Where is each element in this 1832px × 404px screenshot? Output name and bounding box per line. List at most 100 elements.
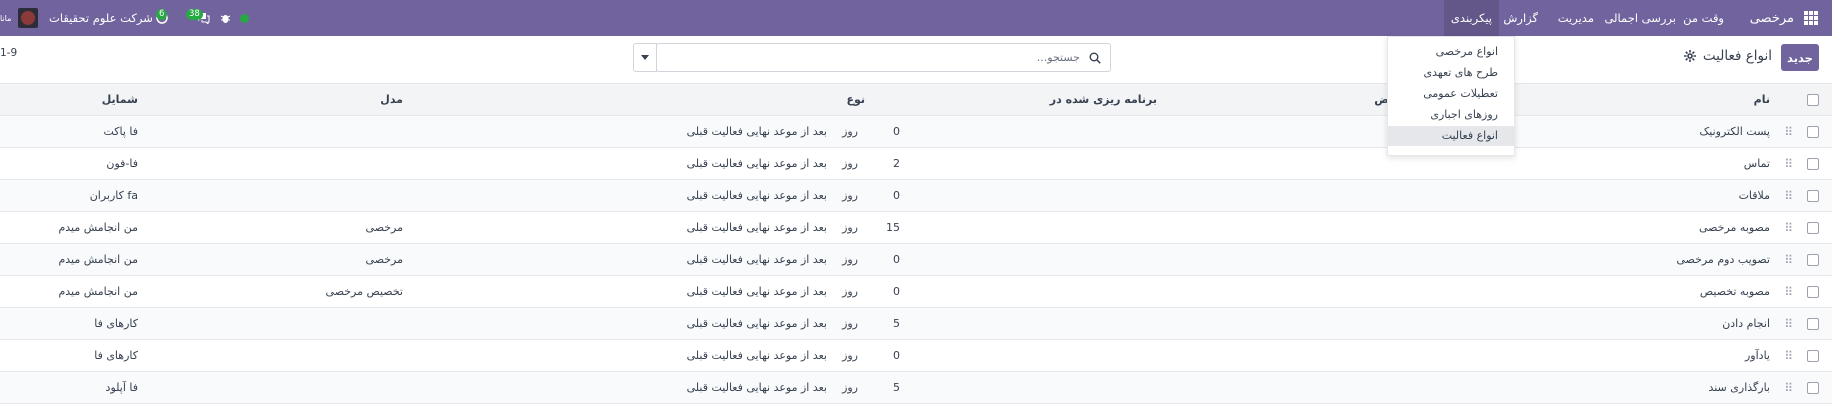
decoration: کاربران fa [89,189,138,202]
dropdown-item-leave-types[interactable]: انواع مرخصی [1436,45,1498,58]
search-options-toggle[interactable] [633,43,657,72]
delay-unit: روز [842,381,858,394]
delay-from: بعد از موعد نهایی فعالیت قبلی [686,125,827,138]
delay-count: 0 [893,125,900,138]
row-checkbox[interactable] [1807,148,1819,179]
menu-overview[interactable]: بررسی اجمالی [1604,0,1676,36]
decoration: فا پاکت [103,125,138,138]
drag-handle-icon[interactable]: ⠿ [1784,372,1793,403]
row-checkbox[interactable] [1807,212,1819,243]
app-name[interactable]: مرخصی [1750,0,1794,36]
delay-count: 0 [893,189,900,202]
online-status-icon [240,0,250,36]
delay-from: بعد از موعد نهایی فعالیت قبلی [686,189,827,202]
table-row[interactable]: ⠿ بارگذاری سند 5 روز بعد از موعد نهایی فعالی… [0,372,1832,404]
col-header-planned[interactable]: برنامه ریزی شده در [1050,84,1157,115]
row-checkbox[interactable] [1807,308,1819,339]
drag-handle-icon[interactable]: ⠿ [1784,212,1793,243]
delay-unit: روز [842,317,858,330]
table-row[interactable]: ⠿ تصویب دوم مرخصی 0 روز بعد از موعد نهایی فع… [0,244,1832,276]
delay-count: 0 [893,253,900,266]
activity-name: بارگذاری سند [1708,381,1770,394]
delay-from: بعد از موعد نهایی فعالیت قبلی [686,317,827,330]
activity-name: مصوبه مرخصی [1698,221,1770,234]
drag-handle-icon[interactable]: ⠿ [1784,180,1793,211]
debug-bug-icon[interactable] [220,0,234,36]
delay-from: بعد از موعد نهایی فعالیت قبلی [686,253,827,266]
decoration: فا-فون [106,157,138,170]
activity-name: تماس [1743,157,1770,170]
delay-count: 15 [886,221,900,234]
col-header-name[interactable]: نام [1754,84,1770,115]
table-header: نام ض برنامه ریزی شده در نوع مدل شمایل [0,84,1832,116]
table-row[interactable]: ⠿ ملاقات 0 روز بعد از موعد نهایی فعالیت قبلی… [0,180,1832,212]
pager-value[interactable]: 1-9 [0,47,17,59]
select-all-checkbox[interactable] [1807,84,1819,115]
menu-configuration[interactable]: پیکربندی [1443,0,1499,36]
gear-icon[interactable] [1684,50,1696,62]
top-navbar: مرخصی وقت من بررسی اجمالی مدیریت گزارش پ… [0,0,1832,36]
apps-menu-icon[interactable] [1804,0,1820,36]
search-box [656,43,1111,72]
drag-handle-icon[interactable]: ⠿ [1784,308,1793,339]
row-checkbox[interactable] [1807,340,1819,371]
table-row[interactable]: ⠿ یادآور 0 روز بعد از موعد نهایی فعالیت قبلی… [0,340,1832,372]
decoration: کارهای فا [94,349,138,362]
res-model: مرخصی [365,221,403,234]
delay-from: بعد از موعد نهایی فعالیت قبلی [686,381,827,394]
table-row[interactable]: ⠿ پست الکترونیک 0 روز بعد از موعد نهایی فعال… [0,116,1832,148]
messages-badge: 38 [186,9,203,20]
activity-name: تصویب دوم مرخصی [1676,253,1770,266]
dropdown-item-mandatory-days[interactable]: روزهای اجباری [1430,108,1498,121]
dropdown-item-activity-types[interactable]: انواع فعالیت [1388,126,1514,146]
res-model: مرخصی [365,253,403,266]
table-row[interactable]: ⠿ مصوبه مرخصی 15 روز بعد از موعد نهایی فعالی… [0,212,1832,244]
menu-management[interactable]: مدیریت [1558,0,1594,36]
decoration: من انجامش میدم [58,285,138,298]
row-checkbox[interactable] [1807,180,1819,211]
user-avatar[interactable] [18,0,40,36]
delay-unit: روز [842,189,858,202]
caret-down-icon [641,55,649,60]
delay-unit: روز [842,157,858,170]
table-row[interactable]: ⠿ انجام دادن 5 روز بعد از موعد نهایی فعالیت … [0,308,1832,340]
col-header-model[interactable]: مدل [380,84,403,115]
delay-count: 2 [893,157,900,170]
activity-name: انجام دادن [1722,317,1770,330]
menu-my-time[interactable]: وقت من [1683,0,1724,36]
drag-handle-icon[interactable]: ⠿ [1784,116,1793,147]
delay-unit: روز [842,125,858,138]
delay-unit: روز [842,221,858,234]
drag-handle-icon[interactable]: ⠿ [1784,276,1793,307]
dropdown-item-public-holidays[interactable]: تعطیلات عمومی [1423,87,1498,100]
row-checkbox[interactable] [1807,116,1819,147]
search-icon[interactable] [1089,52,1101,64]
drag-handle-icon[interactable]: ⠿ [1784,244,1793,275]
activity-name: یادآور [1745,349,1770,362]
new-button[interactable]: جدید [1781,44,1819,71]
row-checkbox[interactable] [1807,244,1819,275]
activity-name: پست الکترونیک [1699,125,1770,138]
table-body: ⠿ پست الکترونیک 0 روز بعد از موعد نهایی فعال… [0,116,1832,404]
delay-count: 5 [893,381,900,394]
row-checkbox[interactable] [1807,372,1819,403]
delay-unit: روز [842,253,858,266]
row-checkbox[interactable] [1807,276,1819,307]
delay-count: 5 [893,317,900,330]
delay-from: بعد از موعد نهایی فعالیت قبلی [686,221,827,234]
dropdown-item-accrual-plans[interactable]: طرح های تعهدی [1423,66,1498,79]
menu-reporting[interactable]: گزارش [1503,0,1538,36]
search-input[interactable] [657,44,1110,71]
activity-types-table: نام ض برنامه ریزی شده در نوع مدل شمایل ⠿… [0,84,1832,404]
col-header-type[interactable]: نوع [846,84,865,115]
delay-from: بعد از موعد نهایی فعالیت قبلی [686,349,827,362]
delay-unit: روز [842,285,858,298]
drag-handle-icon[interactable]: ⠿ [1784,148,1793,179]
table-row[interactable]: ⠿ تماس 2 روز بعد از موعد نهایی فعالیت قبلی فا… [0,148,1832,180]
company-switcher[interactable]: شرکت علوم تحقیقات [49,0,153,36]
col-header-decoration[interactable]: شمایل [102,84,138,115]
decoration: فا آپلود [105,381,138,394]
drag-handle-icon[interactable]: ⠿ [1784,340,1793,371]
partial-user-label: مانا [0,13,12,23]
table-row[interactable]: ⠿ مصوبه تخصیص 0 روز بعد از موعد نهایی فعالیت… [0,276,1832,308]
